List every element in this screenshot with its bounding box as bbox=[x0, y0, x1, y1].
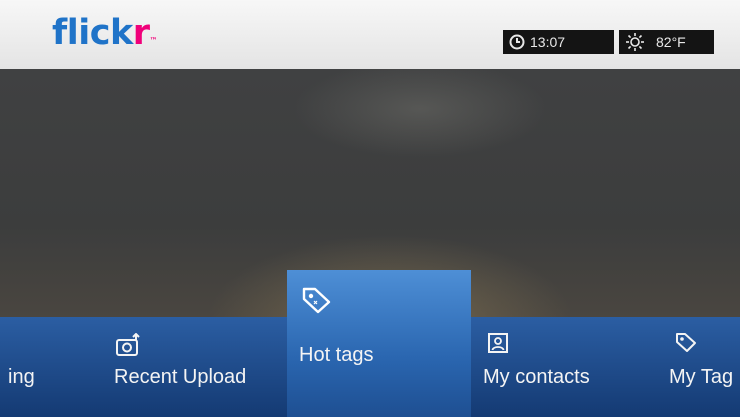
menu-item-my-tags[interactable]: My Tag bbox=[660, 317, 740, 417]
logo-text-pink: r bbox=[132, 13, 150, 53]
sun-icon bbox=[626, 33, 644, 51]
status-area: 13:07 82°F bbox=[503, 30, 714, 54]
menu-item-label: ing bbox=[8, 366, 35, 388]
camera-upload-icon bbox=[116, 333, 140, 356]
menu-item-hot-tags[interactable]: Hot tags bbox=[287, 270, 471, 417]
logo-trademark: ™ bbox=[149, 36, 158, 45]
contact-icon bbox=[488, 333, 508, 353]
menu-item-my-contacts[interactable]: My contacts bbox=[480, 317, 640, 417]
time-text: 13:07 bbox=[530, 34, 566, 50]
clock-icon bbox=[509, 34, 525, 50]
menu-item-label: Recent Upload bbox=[114, 366, 247, 388]
weather-display: 82°F bbox=[619, 30, 714, 54]
flickr-logo: flickr™ bbox=[52, 11, 157, 55]
menu-item-label: Hot tags bbox=[299, 344, 374, 366]
menu-item-recent-upload[interactable]: Recent Upload bbox=[100, 317, 280, 417]
logo-text-blue: flick bbox=[52, 13, 133, 53]
clock-display: 13:07 bbox=[503, 30, 614, 54]
tag-icon bbox=[676, 333, 696, 352]
menu-item-partial-left[interactable]: ing bbox=[0, 317, 90, 417]
top-header: flickr™ 13:07 82°F bbox=[0, 0, 740, 69]
menu-item-label: My contacts bbox=[483, 366, 590, 388]
tag-icon bbox=[302, 287, 331, 314]
temperature-text: 82°F bbox=[656, 34, 686, 50]
menu-item-label: My Tag bbox=[669, 366, 734, 388]
